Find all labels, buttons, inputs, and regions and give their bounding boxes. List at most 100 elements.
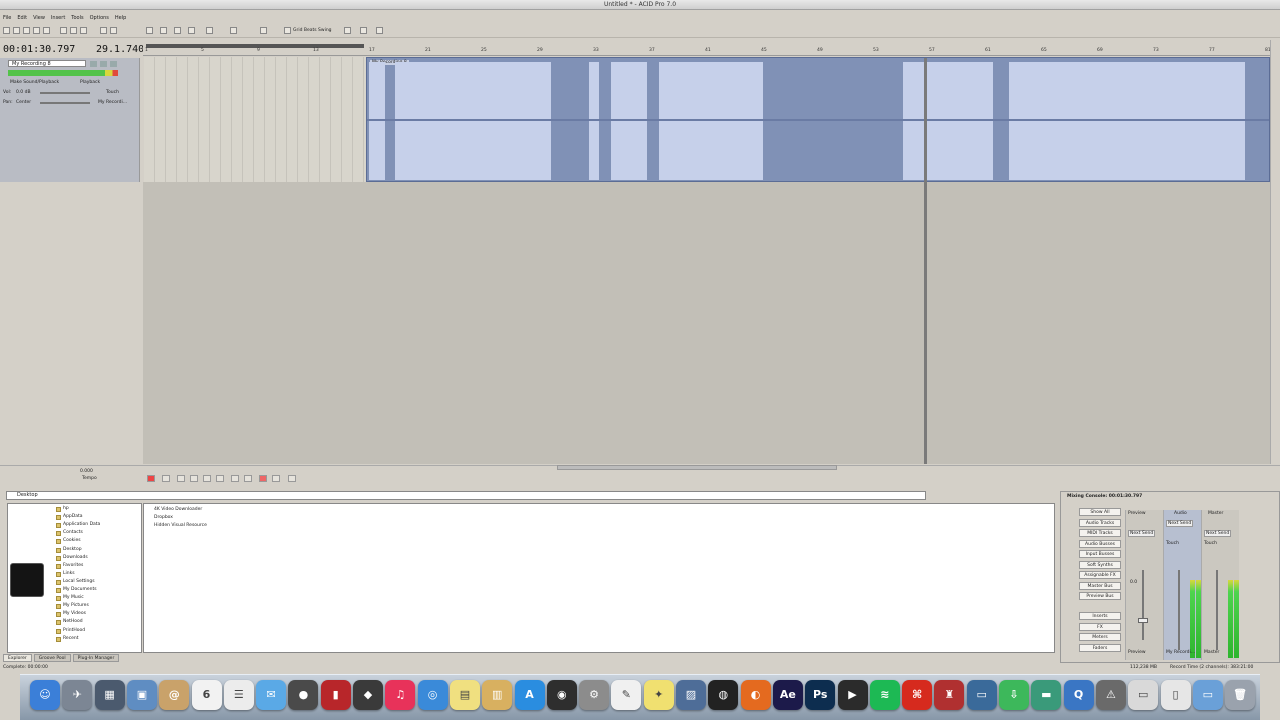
dock-app-store-icon[interactable]: A	[514, 680, 545, 710]
mixer-button[interactable]: Audio Tracks	[1079, 518, 1121, 527]
timeline-grid[interactable]	[144, 57, 366, 182]
snap-grid-icon[interactable]	[284, 27, 291, 34]
file-item[interactable]: Hidden Visual Resource	[154, 523, 207, 528]
dock-logic-icon[interactable]: ◉	[546, 680, 577, 710]
mixer-button[interactable]: Faders	[1079, 643, 1121, 652]
dock-mission-control-icon[interactable]: ▦	[94, 680, 125, 710]
redo-icon[interactable]	[110, 27, 117, 34]
track-mode-left[interactable]: Make Sound/Playback	[10, 80, 59, 85]
browser-path[interactable]: Desktop	[6, 491, 926, 500]
dock-automator-icon[interactable]: ⚠	[1095, 680, 1126, 710]
loop-region-bar[interactable]	[146, 44, 364, 48]
cut-icon[interactable]	[60, 27, 67, 34]
dock-iphoto-icon[interactable]: ◆	[353, 680, 383, 710]
empty-track-area[interactable]	[143, 182, 1270, 464]
mixer-button[interactable]: Meters	[1079, 633, 1121, 641]
dock-dvd-player-icon[interactable]: ◍	[708, 680, 739, 710]
timeline-ruler[interactable]: 1 5 9 13 17 21 25 29 33 37 41 45 49 53 57 61 65 69 73 77 81	[143, 40, 1271, 56]
menu-options[interactable]: Options	[90, 14, 109, 23]
mixer-button[interactable]: Inserts	[1079, 612, 1121, 620]
undo-icon[interactable]	[100, 27, 107, 34]
save-icon[interactable]	[23, 27, 30, 34]
dock-final-cut-icon[interactable]: ▶	[837, 680, 868, 710]
mixer-strip-track[interactable]: Audio Next Send Touch My Recordi...	[1163, 510, 1201, 660]
dock-textedit-icon[interactable]: ✎	[611, 680, 642, 710]
horizontal-scrollbar[interactable]	[557, 465, 837, 470]
strip-send[interactable]: Next Send	[1166, 520, 1194, 527]
solo-icon[interactable]	[100, 61, 107, 67]
loop-playback-icon[interactable]	[162, 475, 170, 482]
fader-track[interactable]	[1216, 570, 1218, 650]
tree-item[interactable]: Downloads	[63, 555, 88, 560]
tab-plugin-manager[interactable]: Plug-In Manager	[72, 654, 120, 662]
track-mode-right[interactable]: Playback	[80, 80, 100, 85]
strip-touch[interactable]: Touch	[1166, 541, 1179, 546]
mixer-button[interactable]: Assignable FX	[1079, 571, 1121, 579]
mixer-button[interactable]: Show All	[1079, 508, 1121, 516]
track-name[interactable]: My Recording 8	[8, 60, 86, 67]
stop-icon[interactable]	[216, 475, 224, 482]
menu-view[interactable]: View	[33, 14, 45, 23]
envelope-tool-icon[interactable]	[174, 27, 181, 34]
audio-clip[interactable]: My Recording 8	[366, 57, 1270, 182]
record-icon[interactable]	[147, 475, 155, 482]
dock-image-capture-icon[interactable]: ▨	[676, 680, 706, 710]
dock-calendar-icon[interactable]: 6	[191, 680, 222, 710]
vertical-scrollbar[interactable]	[1270, 40, 1280, 464]
tab-explorer[interactable]: Explorer	[3, 654, 32, 662]
mute-icon[interactable]	[90, 61, 97, 67]
auto-ripple-icon[interactable]	[376, 27, 383, 34]
draw-tool-icon[interactable]	[206, 27, 213, 34]
mixer-button[interactable]: Soft Synths	[1079, 560, 1121, 569]
zoom-tool-icon[interactable]	[188, 27, 195, 34]
tree-item[interactable]: My Documents	[63, 587, 97, 592]
record-arm-icon[interactable]	[110, 61, 117, 67]
track-header[interactable]: My Recording 8 Make Sound/Playback Playb…	[0, 58, 140, 182]
volume-slider[interactable]	[40, 92, 90, 94]
marker-icon[interactable]	[288, 475, 296, 482]
paste-icon[interactable]	[80, 27, 87, 34]
dock-downloader-icon[interactable]: ⇩	[999, 680, 1029, 710]
dock-photo-booth-icon[interactable]: ▮	[320, 680, 351, 710]
file-item[interactable]: 4K Video Downloader	[154, 507, 202, 512]
dock-finder-icon[interactable]: ☺	[30, 680, 60, 710]
menu-file[interactable]: File	[3, 14, 11, 23]
menu-edit[interactable]: Edit	[17, 14, 27, 23]
play-from-start-icon[interactable]	[177, 475, 185, 482]
menu-tools[interactable]: Tools	[71, 14, 83, 23]
metronome-icon[interactable]	[344, 27, 351, 34]
tree-item[interactable]: Favorites	[63, 563, 83, 568]
fx-label[interactable]: My Recordi...	[98, 100, 127, 105]
dock-trash-icon[interactable]: 🗑	[1225, 680, 1256, 710]
mixer-button[interactable]: FX	[1079, 622, 1121, 631]
mixer-strip-master[interactable]: Master Next Send Touch Master	[1201, 510, 1239, 660]
touch-label[interactable]: Touch	[106, 90, 119, 95]
tree-item[interactable]: Recent	[63, 636, 79, 641]
mixer-button[interactable]: Input Busses	[1079, 550, 1121, 558]
dock-safari-icon[interactable]: ◎	[417, 680, 448, 710]
file-list[interactable]: 4K Video Downloader Dropbox Hidden Visual …	[143, 503, 1055, 653]
dock-documents-icon[interactable]: ▯	[1160, 680, 1191, 710]
copy-icon[interactable]	[70, 27, 77, 34]
paint-tool-icon[interactable]	[230, 27, 237, 34]
new-icon[interactable]	[3, 27, 10, 34]
dock-stickies-icon[interactable]: ▤	[449, 680, 480, 710]
mixer-strip-preview[interactable]: Preview Next Send 0.0 Preview	[1125, 510, 1163, 660]
dock-preview2-icon[interactable]: ▥	[482, 680, 513, 710]
mixer-button[interactable]: Audio Busses	[1079, 539, 1121, 548]
dock-utility-icon[interactable]: ♜	[934, 680, 965, 710]
dock-itunes-icon[interactable]: ♫	[385, 680, 416, 710]
dock-facetime-icon[interactable]: ●	[288, 680, 319, 710]
properties-icon[interactable]	[43, 27, 50, 34]
tree-item[interactable]: My Pictures	[63, 603, 89, 608]
select-tool-icon[interactable]	[160, 27, 167, 34]
tree-item[interactable]: Links	[63, 571, 75, 576]
dock-downloads-folder-icon[interactable]: ▭	[1192, 680, 1223, 710]
mixer-button[interactable]: Master Bus	[1079, 581, 1121, 590]
dock-acrobat-icon[interactable]: ⌘	[902, 680, 933, 710]
tree-item[interactable]: My Music	[63, 595, 84, 600]
mute-all-icon[interactable]	[272, 475, 280, 482]
pan-slider[interactable]	[40, 102, 90, 104]
dock-firefox-icon[interactable]: ◐	[740, 680, 771, 710]
fader-track[interactable]	[1142, 570, 1144, 640]
